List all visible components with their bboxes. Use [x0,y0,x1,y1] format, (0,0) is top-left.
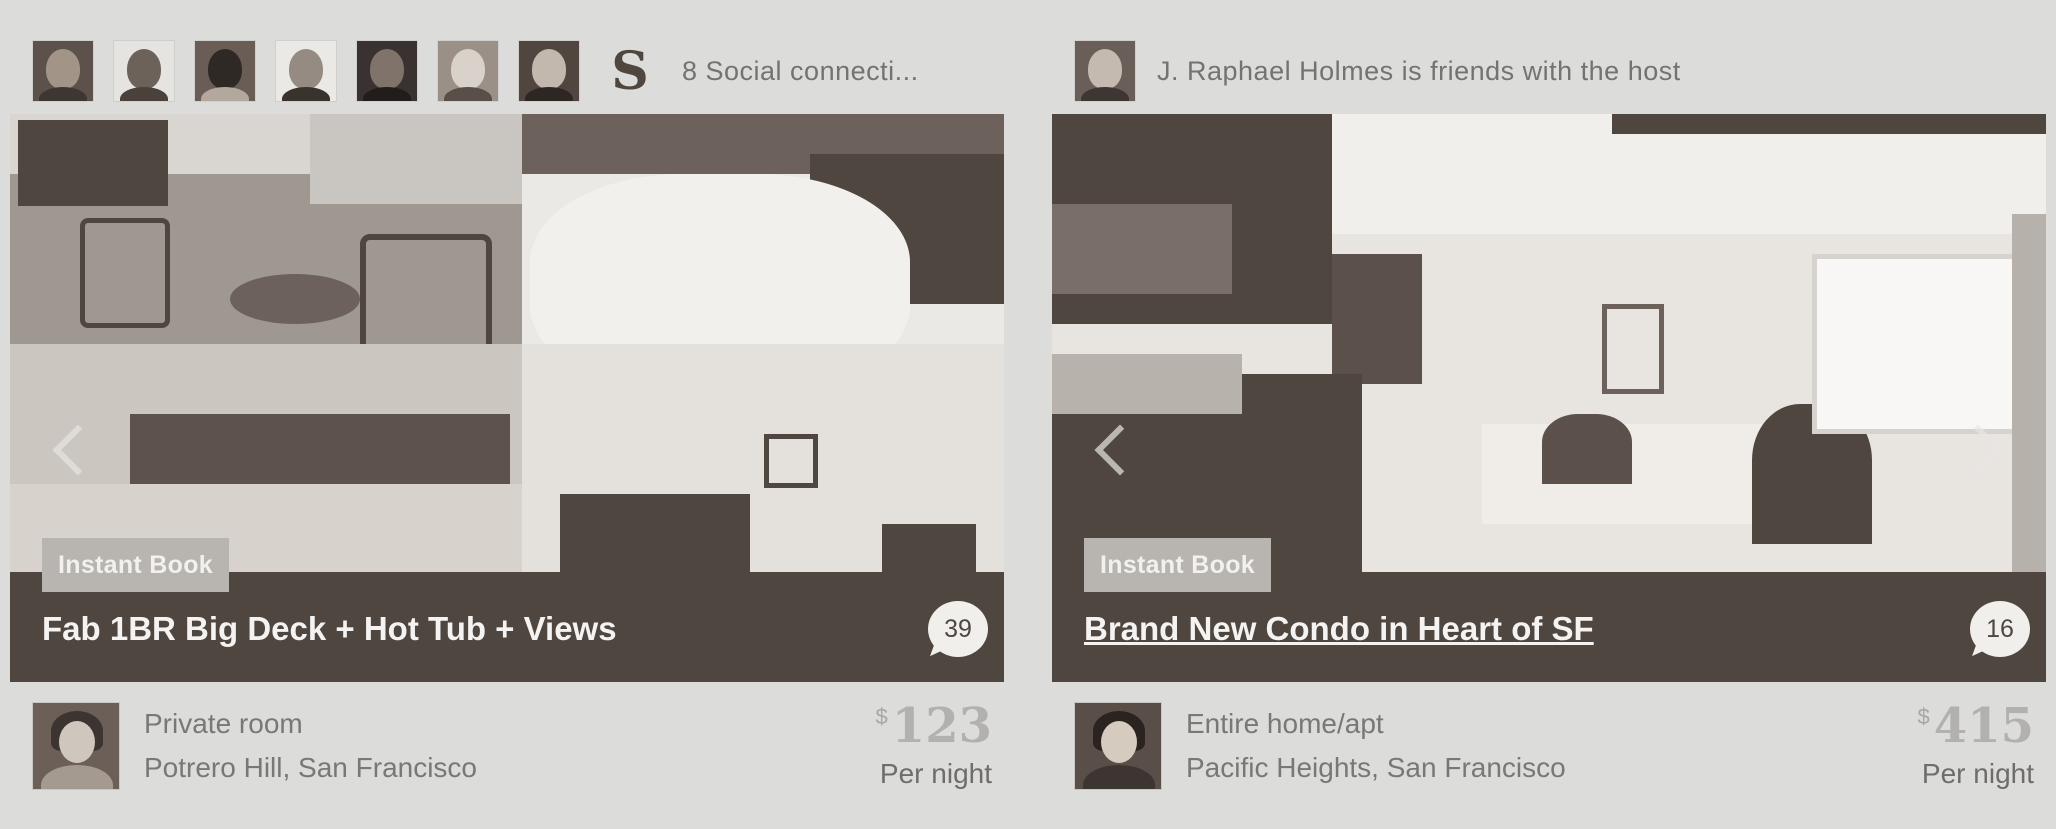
friend-avatar[interactable] [194,40,256,102]
friend-avatar[interactable] [437,40,499,102]
price-amount: 123 [891,698,992,754]
social-connection-text[interactable]: J. Raphael Holmes is friends with the ho… [1157,56,1681,87]
friend-avatar[interactable] [356,40,418,102]
friend-avatar[interactable] [518,40,580,102]
instant-book-badge: Instant Book [42,538,229,592]
price-amount: 415 [1933,698,2034,754]
friend-avatar[interactable] [1074,40,1136,102]
room-type: Private room [144,708,303,739]
social-connections-row[interactable]: S 8 Social connecti... [32,36,919,106]
currency-symbol: $ [875,704,888,729]
social-connections-row[interactable]: J. Raphael Holmes is friends with the ho… [1074,36,1681,106]
location: Potrero Hill, San Francisco [144,752,478,783]
listing-title[interactable]: Fab 1BR Big Deck + Hot Tub + Views [42,610,617,648]
currency-symbol: $ [1917,704,1930,729]
speech-bubble-icon[interactable]: 39 [928,601,988,657]
stanford-s-icon[interactable]: S [599,40,661,102]
friend-avatar[interactable] [32,40,94,102]
listing-photo[interactable]: Instant Book Fab 1BR Big Deck + Hot Tub … [10,114,1004,682]
friend-avatar[interactable] [275,40,337,102]
listing-title[interactable]: Brand New Condo in Heart of SF [1084,610,1594,648]
price: $123 [876,698,992,754]
listing-photo[interactable]: Instant Book Brand New Condo in Heart of… [1052,114,2046,682]
room-type: Entire home/apt [1186,708,1384,739]
listing-info: Private room Potrero Hill, San Francisco… [32,698,992,798]
social-connections-link[interactable]: 8 Social connecti... [682,56,919,87]
price: $415 [1918,698,2034,754]
speech-bubble-icon[interactable]: 16 [1970,601,2030,657]
host-avatar[interactable] [32,702,120,790]
per-night-label: Per night [1921,758,2034,789]
friend-avatar[interactable] [113,40,175,102]
instant-book-badge: Instant Book [1084,538,1271,592]
host-avatar[interactable] [1074,702,1162,790]
location: Pacific Heights, San Francisco [1186,752,1566,783]
listing-info: Entire home/apt Pacific Heights, San Fra… [1074,698,2034,798]
per-night-label: Per night [879,758,992,789]
